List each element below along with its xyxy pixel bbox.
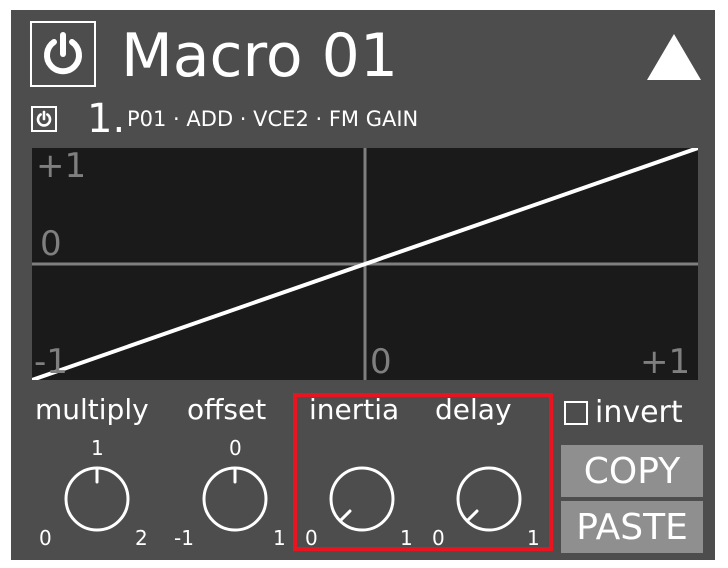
macro-panel: Macro 01 1. P01 · ADD · VCE2 · FM GAIN +… xyxy=(11,10,715,560)
offset-min-tick: -1 xyxy=(174,526,194,550)
macro-curve-graph: +1 0 -1 0 +1 xyxy=(32,148,698,380)
slot-number: 1. xyxy=(87,96,126,142)
collapse-button[interactable] xyxy=(645,32,703,86)
curve-plot xyxy=(32,148,698,380)
invert-checkbox[interactable] xyxy=(564,401,588,425)
triangle-up-icon xyxy=(647,34,701,80)
multiply-top-tick: 1 xyxy=(91,436,104,460)
macro-power-button[interactable] xyxy=(30,21,96,87)
offset-top-tick: 0 xyxy=(229,436,242,460)
multiply-label: multiply xyxy=(35,393,149,426)
power-icon xyxy=(36,110,52,127)
x-right-label: +1 xyxy=(640,342,691,382)
y-top-label: +1 xyxy=(36,146,87,186)
offset-max-tick: 1 xyxy=(273,526,286,550)
multiply-max-tick: 2 xyxy=(135,526,148,550)
offset-knob[interactable] xyxy=(202,466,268,532)
slot-power-button[interactable] xyxy=(31,106,57,132)
y-mid-label: 0 xyxy=(40,224,62,264)
macro-title: Macro 01 xyxy=(121,21,399,91)
multiply-knob[interactable] xyxy=(64,466,130,532)
copy-button[interactable]: COPY xyxy=(561,445,703,497)
power-icon xyxy=(44,32,82,75)
x-mid-label: 0 xyxy=(370,342,392,382)
slot-target-path[interactable]: P01 · ADD · VCE2 · FM GAIN xyxy=(127,106,418,132)
invert-label[interactable]: invert xyxy=(595,395,683,431)
y-bottom-label: -1 xyxy=(34,342,68,382)
multiply-min-tick: 0 xyxy=(39,526,52,550)
highlight-box xyxy=(293,393,553,551)
offset-label: offset xyxy=(187,393,267,426)
paste-button[interactable]: PASTE xyxy=(561,501,703,553)
